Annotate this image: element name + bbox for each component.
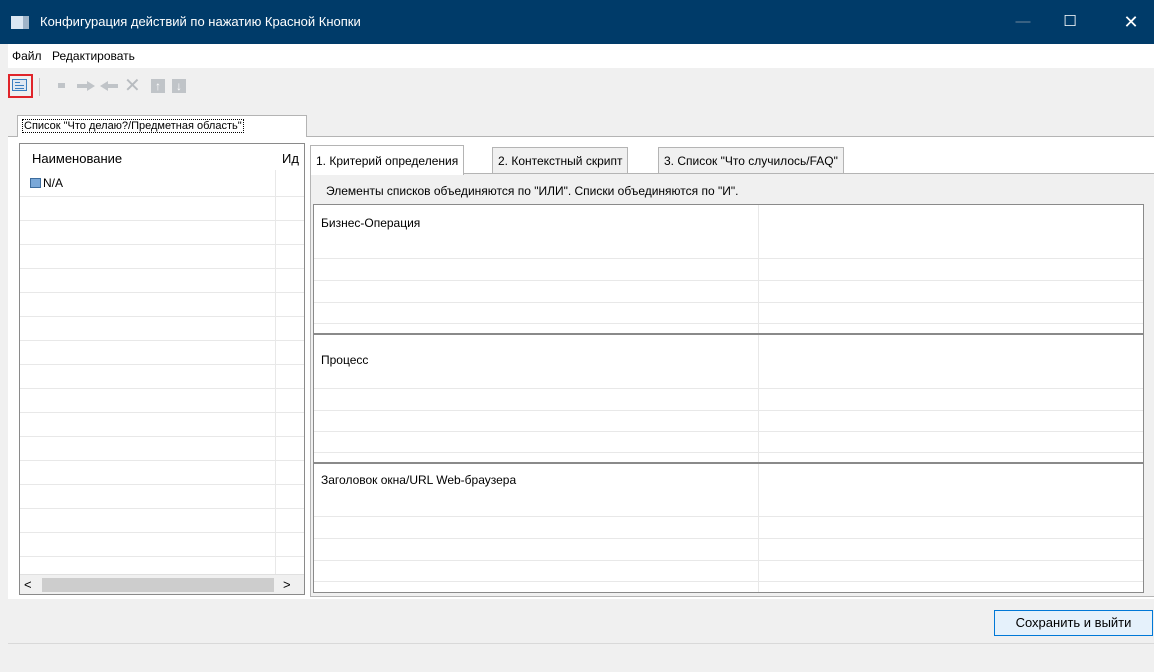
section-divider <box>314 462 1143 464</box>
section-process: Процесс <box>321 353 369 367</box>
forward-icon[interactable] <box>76 79 96 92</box>
row-line <box>20 244 304 245</box>
menu-edit[interactable]: Редактировать <box>52 49 135 63</box>
move-up-icon[interactable]: ↑ <box>151 79 165 93</box>
row-line <box>314 431 1143 432</box>
status-bar <box>8 643 1154 672</box>
criteria-grid[interactable]: Бизнес-Операция Процесс Заголовок окна/U… <box>313 204 1144 593</box>
row-line <box>314 323 1143 324</box>
section-divider <box>314 333 1143 335</box>
row-line <box>314 581 1143 582</box>
row-line <box>20 388 304 389</box>
column-divider <box>758 205 759 592</box>
row-line <box>20 340 304 341</box>
row-line <box>314 388 1143 389</box>
row-line <box>20 196 304 197</box>
column-header-id[interactable]: Ид <box>282 151 299 166</box>
row-line <box>20 436 304 437</box>
row-line <box>20 364 304 365</box>
item-icon <box>30 178 41 188</box>
row-line <box>20 220 304 221</box>
scroll-thumb[interactable] <box>42 578 274 592</box>
section-business-operation: Бизнес-Операция <box>321 216 421 230</box>
menu-bar: Файл Редактировать <box>8 44 1154 68</box>
row-line <box>314 516 1143 517</box>
tab-activity-list[interactable]: Список "Что делаю?/Предметная область" <box>17 115 307 137</box>
row-line <box>20 316 304 317</box>
row-line <box>20 460 304 461</box>
column-header-name[interactable]: Наименование <box>32 151 122 166</box>
row-line <box>314 538 1143 539</box>
row-line <box>20 412 304 413</box>
section-window-title-url: Заголовок окна/URL Web-браузера <box>321 473 517 487</box>
toolbar: ✕ ↑ ↓ <box>8 68 1154 104</box>
activity-list[interactable]: Наименование Ид N/A < > <box>19 143 305 595</box>
row-line <box>314 560 1143 561</box>
row-line <box>314 452 1143 453</box>
close-button[interactable]: ✕ <box>1108 0 1154 44</box>
column-separator <box>275 170 276 576</box>
delete-icon[interactable]: ✕ <box>124 73 141 98</box>
stop-icon[interactable] <box>58 83 65 88</box>
row-line <box>20 484 304 485</box>
row-line <box>314 410 1143 411</box>
window-title: Конфигурация действий по нажатию Красной… <box>40 14 361 29</box>
title-bar: Конфигурация действий по нажатию Красной… <box>0 0 1154 44</box>
tab-context-script[interactable]: 2. Контекстный скрипт <box>492 147 629 173</box>
scroll-right-icon[interactable]: > <box>283 577 291 592</box>
maximize-button[interactable]: ☐ <box>1047 0 1093 44</box>
back-icon[interactable] <box>99 79 119 92</box>
app-icon <box>11 16 29 29</box>
row-line <box>314 280 1143 281</box>
row-line <box>20 292 304 293</box>
move-down-icon[interactable]: ↓ <box>172 79 186 93</box>
tab-criteria[interactable]: 1. Критерий определения <box>310 145 465 175</box>
menu-file[interactable]: Файл <box>12 49 42 63</box>
row-line <box>20 532 304 533</box>
tab-faq-list[interactable]: 3. Список "Что случилось/FAQ" <box>658 147 844 173</box>
form-icon[interactable] <box>12 79 27 91</box>
list-item-label: N/A <box>43 176 64 190</box>
row-line <box>314 258 1143 259</box>
toolbar-separator <box>39 78 40 96</box>
criteria-hint: Элементы списков объединяются по "ИЛИ". … <box>326 184 739 198</box>
save-and-exit-button[interactable]: Сохранить и выйти <box>994 610 1153 636</box>
horizontal-scrollbar[interactable]: < > <box>20 574 304 594</box>
minimize-button[interactable]: — <box>1000 0 1046 44</box>
scroll-left-icon[interactable]: < <box>24 577 32 592</box>
row-line <box>20 508 304 509</box>
list-item[interactable]: N/A <box>30 176 63 190</box>
tab-activity-list-label: Список "Что делаю?/Предметная область" <box>22 119 244 133</box>
row-line <box>314 302 1143 303</box>
row-line <box>20 556 304 557</box>
row-line <box>20 268 304 269</box>
